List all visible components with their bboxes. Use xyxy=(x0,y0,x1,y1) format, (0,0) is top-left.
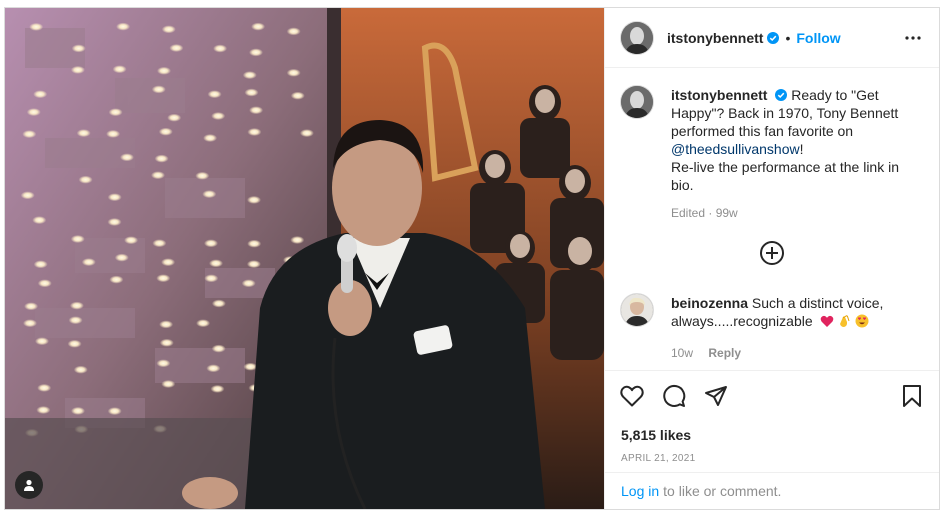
heart-eyes-face-icon xyxy=(855,314,869,332)
post-date: APRIL 21, 2021 xyxy=(621,453,696,464)
post-actions-section: 5,815 likes APRIL 21, 2021 xyxy=(605,370,939,470)
red-heart-icon xyxy=(820,314,834,332)
user-tag-icon[interactable] xyxy=(15,471,43,499)
caption-username[interactable]: itstonybennett xyxy=(671,87,767,103)
verified-badge-icon xyxy=(775,89,788,101)
comment-meta: 10w Reply xyxy=(671,344,907,362)
action-bar xyxy=(619,383,729,409)
plus-circle-icon[interactable] xyxy=(759,240,785,266)
clapping-hands-icon xyxy=(837,314,851,332)
verified-badge-icon xyxy=(767,31,780,44)
more-options-icon[interactable] xyxy=(903,28,923,48)
comments-section: itstonybennett Ready to "Get Happy"? Bac… xyxy=(605,68,939,370)
caption-text-line2: Re-live the performance at the link in b… xyxy=(671,159,899,193)
author-avatar[interactable] xyxy=(621,21,653,54)
caption-body: itstonybennett Ready to "Get Happy"? Bac… xyxy=(671,86,907,222)
login-prompt-text: to like or comment. xyxy=(663,483,782,499)
video-frame-image xyxy=(5,8,604,509)
reply-button[interactable]: Reply xyxy=(708,346,741,360)
post-header: itstonybennett • Follow xyxy=(605,8,939,68)
bookmark-icon[interactable] xyxy=(899,383,925,409)
paper-plane-icon[interactable] xyxy=(703,383,729,409)
login-link[interactable]: Log in xyxy=(621,483,659,499)
post-modal: itstonybennett • Follow itstonybennett R… xyxy=(4,7,940,510)
caption-meta: Edited · 99w xyxy=(671,206,738,220)
login-prompt: Log in to like or comment. xyxy=(605,472,939,509)
caption-text-after: ! xyxy=(799,141,804,157)
follow-button[interactable]: Follow xyxy=(796,30,840,46)
comment-body: beinozenna Such a distinct voice, always… xyxy=(671,294,907,362)
post-video[interactable] xyxy=(5,8,604,509)
separator-dot: • xyxy=(785,29,791,46)
author-username[interactable]: itstonybennett xyxy=(667,30,763,46)
likes-count[interactable]: 5,815 likes xyxy=(621,427,691,443)
caption-mention-link[interactable]: @theedsullivanshow xyxy=(671,141,800,157)
comment-time: 10w xyxy=(671,346,694,360)
post-side-panel: itstonybennett • Follow itstonybennett R… xyxy=(604,8,939,509)
comment-bubble-icon[interactable] xyxy=(661,383,687,409)
commenter-username[interactable]: beinozenna xyxy=(671,295,748,311)
commenter-avatar[interactable] xyxy=(621,294,653,326)
heart-icon[interactable] xyxy=(619,383,645,409)
comment-item: beinozenna Such a distinct voice, always… xyxy=(621,294,921,362)
caption-author-avatar[interactable] xyxy=(621,86,653,118)
post-caption: itstonybennett Ready to "Get Happy"? Bac… xyxy=(621,86,921,222)
